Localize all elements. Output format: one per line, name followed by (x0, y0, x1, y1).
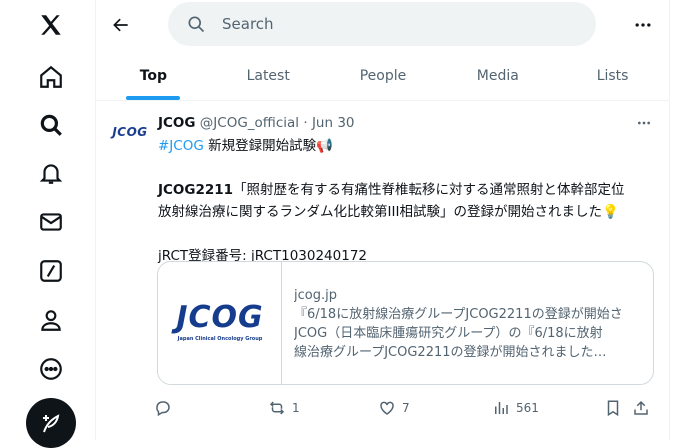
view-count: 561 (516, 401, 539, 415)
tab-label: Lists (596, 68, 629, 84)
repost-button[interactable]: 1 (268, 399, 300, 417)
search-tabs: Top Latest People Media Lists (96, 52, 670, 101)
views-bar-chart-icon (495, 402, 508, 414)
tweet-line: 「照射歴を有する有痛性脊椎転移に対する通常照射と体幹部定位 (233, 182, 625, 198)
repost-count: 1 (292, 401, 300, 415)
tweet-more-button[interactable] (634, 113, 654, 133)
card-text: jcog.jp 『6/18に放射線治療グループJCOG2211の登録が開始さ J… (294, 286, 644, 362)
search-icon (186, 14, 206, 34)
author-handle[interactable]: @JCOG_official (200, 115, 299, 131)
card-domain: jcog.jp (294, 288, 337, 303)
card-title: 『6/18に放射線治療グループJCOG2211の登録が開始さ (294, 307, 623, 322)
feather-plus-icon (43, 414, 60, 433)
more-circle-icon[interactable] (26, 344, 76, 394)
share-button[interactable] (632, 399, 650, 417)
search-results-column: Top Latest People Media Lists JCOG JCOG … (96, 0, 670, 440)
tweet-line: 放射線治療に関するランダム化比較第III相試験」の登録が開始されました💡 (158, 204, 619, 220)
tweet-actions: 1 7 561 (156, 399, 658, 419)
left-nav (0, 0, 96, 448)
tab-lists[interactable]: Lists (555, 52, 670, 100)
bookmark-icon (607, 400, 619, 417)
logo-text: JCOG (176, 300, 264, 335)
author-name[interactable]: JCOG (158, 115, 196, 131)
tweet-text: #JCOG 新規登録開始試験📢 JCOG2211「照射歴を有する有痛性脊椎転移に… (158, 135, 658, 267)
back-arrow-icon (113, 18, 128, 32)
avatar[interactable]: JCOG (110, 117, 150, 147)
hashtag-link[interactable]: #JCOG (158, 138, 204, 154)
tab-label: Top (139, 68, 168, 84)
profile-person-icon[interactable] (26, 295, 76, 345)
search-input[interactable] (220, 14, 564, 34)
back-button[interactable] (104, 8, 138, 42)
tweet-line: 新規登録開始試験📢 (203, 138, 333, 154)
grok-slash-icon[interactable] (26, 246, 76, 296)
card-thumbnail: JCOG Japan Clinical Oncology Group (158, 262, 282, 384)
tab-latest[interactable]: Latest (211, 52, 326, 100)
tweet[interactable]: JCOG JCOG @JCOG_official · Jun 30 #JCOG … (96, 101, 669, 440)
study-id: JCOG2211 (158, 182, 234, 198)
repost-icon (269, 401, 285, 415)
compose-post-button[interactable] (26, 398, 76, 448)
heart-icon (380, 401, 394, 415)
card-description: JCOG（日本臨床腫瘍研究グループ）の『6/18に放射 (294, 326, 603, 341)
bookmark-button[interactable] (604, 399, 622, 417)
like-count: 7 (402, 401, 410, 415)
tweet-date[interactable]: Jun 30 (312, 115, 355, 131)
home-icon[interactable] (26, 52, 76, 102)
tab-label: Latest (246, 68, 290, 84)
jcog-logo: JCOG Japan Clinical Oncology Group (168, 300, 272, 343)
notifications-bell-icon[interactable] (26, 148, 76, 198)
tab-people[interactable]: People (326, 52, 441, 100)
messages-mail-icon[interactable] (26, 197, 76, 247)
card-description: 線治療グループJCOG2211の登録が開始されました… (294, 345, 607, 360)
active-tab-indicator (126, 96, 181, 100)
link-preview-card[interactable]: JCOG Japan Clinical Oncology Group jcog.… (157, 261, 654, 385)
search-bar[interactable] (168, 2, 596, 46)
like-button[interactable]: 7 (378, 399, 410, 417)
tab-media[interactable]: Media (440, 52, 555, 100)
more-options-button[interactable] (626, 8, 660, 42)
tab-top[interactable]: Top (96, 52, 211, 100)
explore-search-icon[interactable] (26, 100, 76, 150)
x-logo-icon[interactable] (26, 0, 76, 50)
reply-button[interactable] (154, 399, 178, 417)
more-dots-icon (635, 23, 651, 27)
tab-label: People (359, 68, 407, 84)
more-dots-icon (638, 121, 650, 125)
avatar-logo: JCOG (112, 125, 148, 139)
reply-bubble-icon (156, 401, 170, 417)
tweet-header: JCOG @JCOG_official · Jun 30 (158, 115, 355, 131)
logo-subtitle: Japan Clinical Oncology Group (177, 336, 263, 342)
share-upload-icon (634, 400, 648, 415)
tab-label: Media (476, 68, 519, 84)
views-button[interactable]: 561 (492, 399, 539, 417)
meta-separator: · (299, 115, 312, 131)
